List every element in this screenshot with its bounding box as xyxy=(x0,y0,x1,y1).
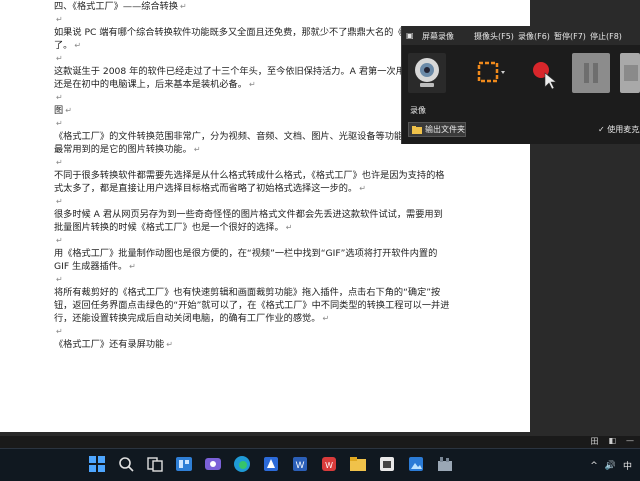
tray-overflow-icon[interactable]: ^ xyxy=(590,461,598,471)
paragraph-mark: ↵ xyxy=(322,314,330,323)
paragraph-mark: ↵ xyxy=(56,119,63,128)
paragraph-mark: ↵ xyxy=(166,340,173,349)
region-select-icon xyxy=(477,61,505,83)
paragraph-text: 《格式工厂》还有录屏功能 xyxy=(54,339,165,350)
paragraph-text: 将所有裁剪好的《格式工厂》也有快速剪辑和画面裁剪功能》拖入插件，点击右下角的“确… xyxy=(54,287,450,324)
paragraph-mark: ↵ xyxy=(129,262,136,271)
paragraph[interactable]: ↵ xyxy=(54,325,450,338)
paragraph[interactable]: ↵ xyxy=(54,52,450,65)
document-text[interactable]: 四、《格式工厂》——综合转换 ↵ ↵ 如果说 PC 端有哪个综合转换软件功能既多又全面… xyxy=(54,0,450,351)
paragraph-text: 图 xyxy=(54,105,64,116)
layout-view-icon[interactable]: 田 xyxy=(590,436,598,447)
widgets-icon[interactable] xyxy=(175,455,193,473)
paragraph-mark: ↵ xyxy=(193,145,201,154)
status-bar: 田 ◧ — xyxy=(0,436,640,448)
output-folder-label: 输出文件夹 xyxy=(425,125,465,134)
paragraph-text: 很多时候 A 君从网页另存为到一些奇奇怪怪的图片格式文件都会先丢进这款软件试试，… xyxy=(54,209,443,233)
webcam-icon xyxy=(415,58,439,87)
edge-icon[interactable] xyxy=(233,455,251,473)
paragraph-text: 这款诞生于 2008 年的软件已经走过了十三个年头，至今依旧保持活力。A 君第一… xyxy=(54,66,442,90)
paragraph-mark: ↵ xyxy=(56,197,63,206)
paragraph-text: 《格式工厂》的文件转换范围非常广，分为视频、音频、文档、图片、光驱设备等功能，A… xyxy=(54,131,450,155)
paragraph-mark: ↵ xyxy=(56,54,63,63)
paragraph[interactable]: 如果说 PC 端有哪个综合转换软件功能既多又全面且还免费，那就少不了鼎鼎大名的《… xyxy=(54,26,450,52)
photos-icon[interactable] xyxy=(407,455,425,473)
menu-webcam[interactable]: 摄像头(F5) xyxy=(474,31,514,42)
paragraph[interactable]: 四、《格式工厂》——综合转换 ↵ xyxy=(54,0,450,13)
input-method-indicator[interactable]: 中 xyxy=(623,459,632,472)
format-factory-icon[interactable] xyxy=(436,455,454,473)
webcam-button[interactable] xyxy=(408,53,446,93)
paragraph-mark: ↵ xyxy=(56,236,63,245)
stop-button[interactable] xyxy=(620,53,640,93)
paragraph-text: 用《格式工厂》批量制作动图也是很方便的，在“视频”一栏中找到“GIF”选项将打开… xyxy=(54,248,438,272)
volume-icon[interactable]: 🔊 xyxy=(605,461,616,471)
svg-text:W: W xyxy=(296,460,305,470)
paragraph[interactable]: 《格式工厂》还有录屏功能 ↵ xyxy=(54,338,450,351)
app-icon[interactable] xyxy=(262,455,280,473)
paragraph[interactable]: 用《格式工厂》批量制作动图也是很方便的，在“视频”一栏中找到“GIF”选项将打开… xyxy=(54,247,450,273)
chat-icon[interactable] xyxy=(204,455,222,473)
paragraph[interactable]: 图 ↵ xyxy=(54,104,450,117)
menu-pause[interactable]: 暂停(F7) xyxy=(554,31,586,42)
recording-section-label: 录像 xyxy=(410,106,426,115)
paragraph[interactable]: 很多时候 A 君从网页另存为到一些奇奇怪怪的图片格式文件都会先丢进这款软件试试，… xyxy=(54,208,450,234)
paragraph[interactable]: ↵ xyxy=(54,91,450,104)
menu-icon[interactable]: ▣ xyxy=(406,31,414,40)
paragraph[interactable]: ↵ xyxy=(54,156,450,169)
system-tray: ^ 🔊 中 xyxy=(590,459,632,473)
paragraph-mark: ↵ xyxy=(180,2,187,11)
paragraph[interactable]: ↵ xyxy=(54,195,450,208)
task-view-icon[interactable] xyxy=(146,455,164,473)
paragraph-mark: ↵ xyxy=(56,15,63,24)
paragraph-mark: ↵ xyxy=(65,106,72,115)
zoom-slider[interactable]: — xyxy=(626,436,634,447)
paragraph-mark: ↵ xyxy=(56,275,63,284)
paragraph-text: 四、《格式工厂》——综合转换 xyxy=(54,1,179,12)
paragraph-mark: ↵ xyxy=(56,158,63,167)
recorder-toolbar xyxy=(408,53,640,93)
paragraph[interactable]: ↵ xyxy=(54,13,450,26)
pause-icon xyxy=(584,63,598,83)
output-folder-button[interactable]: 输出文件夹 xyxy=(408,122,466,137)
cursor-record-icon xyxy=(533,62,557,90)
menu-screen-record[interactable]: 屏幕录像 xyxy=(422,31,454,42)
cursor-record-button[interactable] xyxy=(524,53,562,93)
folder-icon xyxy=(412,125,422,134)
paragraph-mark: ↵ xyxy=(359,184,366,193)
word-icon[interactable]: W xyxy=(291,455,309,473)
region-select-button[interactable] xyxy=(470,53,508,93)
store-icon[interactable] xyxy=(378,455,396,473)
paragraph-text: 如果说 PC 端有哪个综合转换软件功能既多又全面且还免费，那就少不了鼎鼎大名的《… xyxy=(54,27,449,51)
read-view-icon[interactable]: ◧ xyxy=(608,436,616,447)
use-microphone-checkbox[interactable]: ✓ 使用麦克风 xyxy=(598,124,640,135)
paragraph[interactable]: ↵ xyxy=(54,117,450,130)
paragraph[interactable]: ↵ xyxy=(54,273,450,286)
paragraph[interactable]: 将所有裁剪好的《格式工厂》也有快速剪辑和画面裁剪功能》拖入插件，点击右下角的“确… xyxy=(54,286,450,325)
screen-recorder-panel: ▣ 屏幕录像 摄像头(F5) 录像(F6) 暂停(F7) 停止(F8) 录像 输… xyxy=(401,26,640,144)
paragraph-mark: ↵ xyxy=(248,80,256,89)
paragraph[interactable]: ↵ xyxy=(54,234,450,247)
paragraph-text: 不同于很多转换软件都需要先选择是从什么格式转成什么格式，《格式工厂》也许是因为支… xyxy=(54,170,445,194)
search-icon[interactable] xyxy=(117,455,135,473)
paragraph[interactable]: 这款诞生于 2008 年的软件已经走过了十三个年头，至今依旧保持活力。A 君第一… xyxy=(54,65,450,91)
menu-record[interactable]: 录像(F6) xyxy=(518,31,550,42)
wps-icon[interactable]: W xyxy=(320,455,338,473)
paragraph-mark: ↵ xyxy=(56,93,63,102)
paragraph-mark: ↵ xyxy=(285,223,293,232)
menu-stop[interactable]: 停止(F8) xyxy=(590,31,622,42)
stop-icon xyxy=(624,65,638,81)
taskbar: W W ^ 🔊 中 xyxy=(0,448,640,481)
pause-button[interactable] xyxy=(572,53,610,93)
paragraph[interactable]: 不同于很多转换软件都需要先选择是从什么格式转成什么格式，《格式工厂》也许是因为支… xyxy=(54,169,450,195)
windows-start-icon[interactable] xyxy=(88,455,106,473)
paragraph-mark: ↵ xyxy=(74,41,82,50)
files-icon[interactable] xyxy=(349,455,367,473)
document-area: 四、《格式工厂》——综合转换 ↵ ↵ 如果说 PC 端有哪个综合转换软件功能既多又全面… xyxy=(0,0,640,436)
recorder-menu-bar: ▣ 屏幕录像 摄像头(F5) 录像(F6) 暂停(F7) 停止(F8) xyxy=(402,26,640,45)
paragraph-mark: ↵ xyxy=(56,327,63,336)
svg-text:W: W xyxy=(325,461,333,470)
paragraph[interactable]: 《格式工厂》的文件转换范围非常广，分为视频、音频、文档、图片、光驱设备等功能，A… xyxy=(54,130,450,156)
